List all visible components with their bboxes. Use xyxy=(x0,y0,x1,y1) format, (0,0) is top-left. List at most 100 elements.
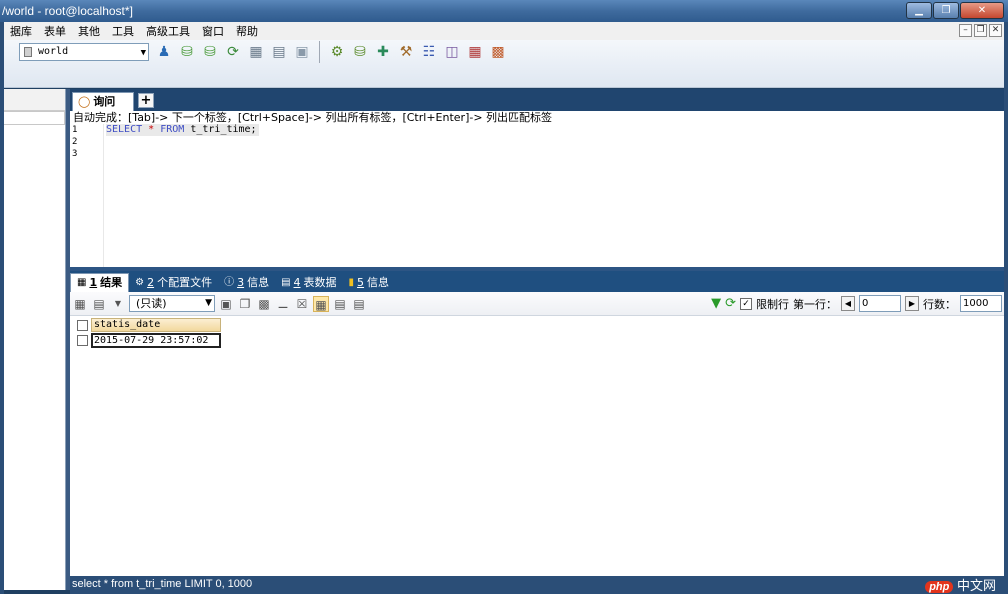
window-title: /world - root@localhost*] xyxy=(2,4,133,18)
result-grid: statis_date 2015-07-29 23:57:02 xyxy=(73,318,221,348)
watermark-php: php xyxy=(925,581,954,593)
tab-query-label: 询问 xyxy=(93,95,116,108)
tab-query[interactable]: ◯ 询问 xyxy=(72,92,134,111)
watermark-text: 中文网 xyxy=(956,578,996,593)
select-all-checkbox[interactable] xyxy=(76,320,88,331)
menu-tools[interactable]: 工具 xyxy=(106,23,140,39)
restore-icon[interactable]: ⛁ xyxy=(350,42,370,62)
db-copy-icon[interactable]: ⛁ xyxy=(200,42,220,62)
mdi-minimize-button[interactable]: – xyxy=(959,24,972,37)
cancel-icon[interactable]: ☒ xyxy=(294,296,310,312)
restore-button[interactable]: ❐ xyxy=(933,2,959,19)
database-select[interactable]: world ▼ xyxy=(19,43,149,61)
toolbar-icons: ♟ ⛁ ⛁ ⟳ ▦ ▤ ▣ ⚙ ⛁ ✚ ⚒ ☷ ◫ ▦ ▩ xyxy=(154,41,508,63)
table-icon[interactable]: ▦ xyxy=(246,42,266,62)
chevron-down-icon: ▼ xyxy=(140,48,146,58)
tab-profiler[interactable]: ⚙ 2 个配置文件 xyxy=(129,273,218,292)
schema-sync-icon[interactable]: ✚ xyxy=(373,42,393,62)
save-row-icon[interactable]: ▣ xyxy=(218,296,234,312)
watermark: php 中文网 xyxy=(925,577,996,594)
tab-info-number: 5 xyxy=(357,275,365,289)
column-header-statis-date[interactable]: statis_date xyxy=(91,318,221,332)
row-select-cell xyxy=(73,333,91,348)
tab-messages-label: 信息 xyxy=(247,275,270,289)
query-icon: ◯ xyxy=(78,95,91,108)
save-icon[interactable]: ▩ xyxy=(256,296,272,312)
chevron-down-icon[interactable]: ▼ xyxy=(110,296,126,312)
readonly-mode-value: (只读) xyxy=(136,297,167,310)
title-bar: /world - root@localhost*] ▁ ❐ ✕ xyxy=(0,0,1008,22)
menu-other[interactable]: 其他 xyxy=(72,23,106,39)
menu-window[interactable]: 窗口 xyxy=(196,23,230,39)
tab-table-data-label: 表数据 xyxy=(303,275,337,289)
menu-advanced-tools[interactable]: 高级工具 xyxy=(140,23,196,39)
text-view-icon[interactable]: ▤ xyxy=(351,296,367,312)
first-row-input[interactable]: 0 xyxy=(859,295,901,312)
tab-table-data[interactable]: ▤ 4 表数据 xyxy=(275,273,342,292)
minimize-button[interactable]: ▁ xyxy=(906,2,932,19)
limit-rows-checkbox[interactable]: ✓ xyxy=(740,297,752,310)
readonly-mode-select[interactable]: (只读) ▼ xyxy=(129,295,215,312)
sql-table-name: t_tri_time; xyxy=(190,124,257,135)
close-button[interactable]: ✕ xyxy=(960,2,1004,19)
export-icon[interactable]: ▦ xyxy=(72,296,88,312)
prev-page-button[interactable]: ◀ xyxy=(841,296,855,311)
table-row: 2015-07-29 23:57:02 xyxy=(73,333,221,348)
menu-database[interactable]: 据库 xyxy=(4,23,38,39)
tab-result-label: 结果 xyxy=(100,276,123,289)
form-view-icon[interactable]: ▤ xyxy=(332,296,348,312)
sql-line-1[interactable]: SELECT * FROM t_tri_time; xyxy=(106,124,259,136)
sql-keyword-from: FROM xyxy=(160,124,185,135)
first-row-label: 第一行： xyxy=(793,297,837,311)
status-bar: select * from t_tri_time LIMIT 0, 1000 p… xyxy=(70,576,1004,594)
tab-result[interactable]: ▦ 1 结果 xyxy=(70,273,130,292)
autocomplete-hint: 自动完成：[Tab]-> 下一个标签，[Ctrl+Space]-> 列出所有标签… xyxy=(70,111,1004,124)
backup-icon[interactable]: ⚙ xyxy=(327,42,347,62)
status-text: select * from t_tri_time LIMIT 0, 1000 xyxy=(72,578,253,590)
report-icon[interactable]: ▦ xyxy=(465,42,485,62)
row-count-input[interactable]: 1000 xyxy=(960,295,1002,312)
object-browser xyxy=(4,89,66,590)
result-tab-strip: ▦ 1 结果 ⚙ 2 个配置文件 ⓘ 3 信息 ▤ 4 表数据 ▮ 5 信息 xyxy=(70,271,1004,292)
grid-view-icon[interactable]: ▦ xyxy=(313,295,329,312)
sql-editor[interactable]: 1 2 3 SELECT * FROM t_tri_time; xyxy=(70,124,1004,267)
tab-info[interactable]: ▮ 5 信息 xyxy=(343,273,396,292)
db-add-icon[interactable]: ⛁ xyxy=(177,42,197,62)
mdi-controls: – ❐ ✕ xyxy=(959,24,1002,37)
query-builder-icon[interactable]: ☷ xyxy=(419,42,439,62)
schema-designer-icon[interactable]: ◫ xyxy=(442,42,462,62)
add-tab-button[interactable]: + xyxy=(138,93,154,108)
query-editor-panel: ◯ 询问 + 自动完成：[Tab]-> 下一个标签，[Ctrl+Space]-> … xyxy=(70,89,1004,267)
query-tab-strip: ◯ 询问 + xyxy=(70,89,1004,111)
duplicate-row-icon[interactable]: ❐ xyxy=(237,296,253,312)
row-checkbox[interactable] xyxy=(76,335,88,346)
window-controls: ▁ ❐ ✕ xyxy=(906,2,1004,19)
next-page-button[interactable]: ▶ xyxy=(905,296,919,311)
mdi-close-button[interactable]: ✕ xyxy=(989,24,1002,37)
object-filter-input[interactable] xyxy=(4,111,65,125)
result-grid-area: statis_date 2015-07-29 23:57:02 xyxy=(70,316,1004,576)
database-select-value: world xyxy=(38,46,69,57)
sql-star: * xyxy=(148,124,155,135)
user-manager-icon[interactable]: ♟ xyxy=(154,42,174,62)
tab-profiler-number: 2 xyxy=(147,275,155,289)
mdi-restore-button[interactable]: ❐ xyxy=(974,24,987,37)
toolbar-separator xyxy=(319,41,320,63)
object-browser-header xyxy=(4,89,65,111)
refresh-icon[interactable]: ⟳ xyxy=(725,296,736,311)
menu-table[interactable]: 表单 xyxy=(38,23,72,39)
grid-cell[interactable]: 2015-07-29 23:57:02 xyxy=(91,333,221,348)
table-copy-icon[interactable]: ▣ xyxy=(292,42,312,62)
import-icon[interactable]: ⚒ xyxy=(396,42,416,62)
tab-info-label: 信息 xyxy=(367,275,390,289)
table-export-icon[interactable]: ▤ xyxy=(269,42,289,62)
grid-tool-icon[interactable]: ▩ xyxy=(488,42,508,62)
delete-icon[interactable]: ⚊ xyxy=(275,296,291,312)
tab-messages[interactable]: ⓘ 3 信息 xyxy=(218,273,275,292)
sync-icon[interactable]: ⟳ xyxy=(223,42,243,62)
line-number: 3 xyxy=(72,149,78,159)
copy-grid-icon[interactable]: ▤ xyxy=(91,296,107,312)
info-chart-icon: ▮ xyxy=(348,276,355,288)
menu-help[interactable]: 帮助 xyxy=(230,23,264,39)
filter-icon[interactable]: ▼ xyxy=(711,296,721,311)
